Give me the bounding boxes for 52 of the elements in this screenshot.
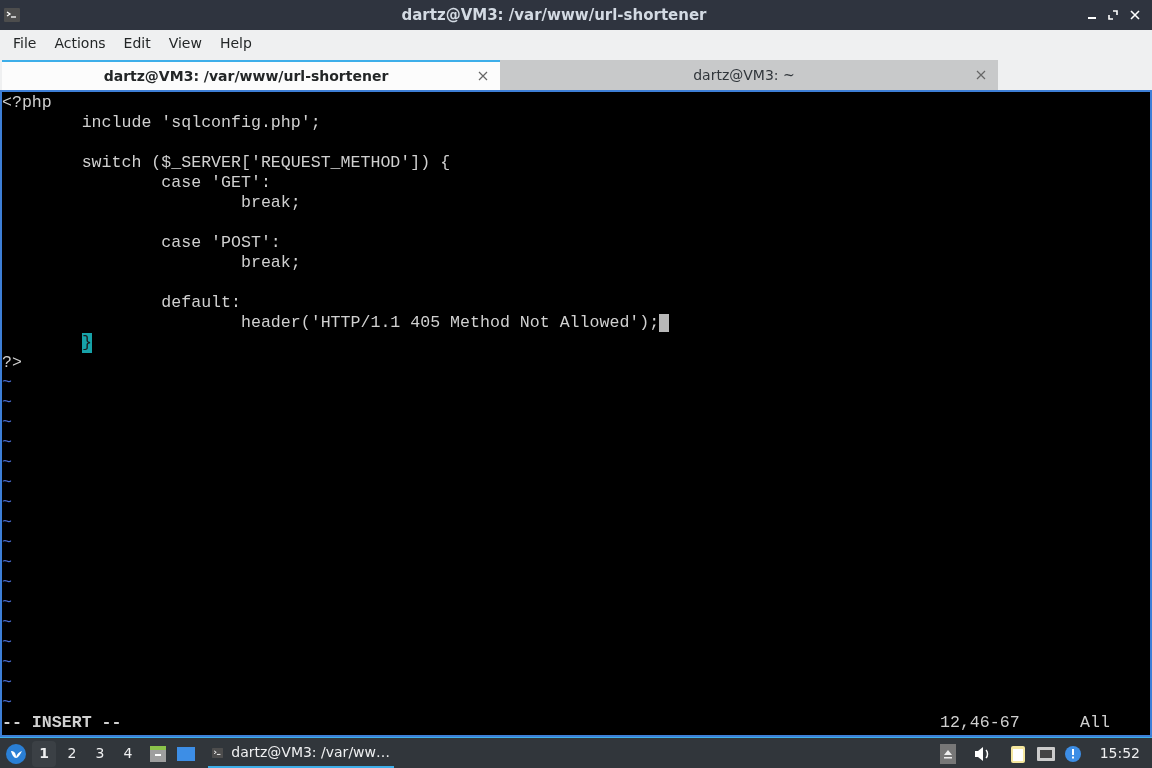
empty-line-marker: ~ xyxy=(2,673,12,693)
empty-line-marker: ~ xyxy=(2,593,12,613)
eject-icon[interactable] xyxy=(939,743,956,764)
empty-line-marker: ~ xyxy=(2,533,12,553)
terminal-icon xyxy=(4,7,20,23)
workspace-button[interactable]: 3 xyxy=(88,740,112,767)
empty-line-marker: ~ xyxy=(2,493,12,513)
empty-line-marker: ~ xyxy=(2,413,12,433)
tab[interactable]: dartz@VM3: /var/www/url-shortener xyxy=(2,60,500,90)
menu-item[interactable]: File xyxy=(4,32,46,54)
cursor-position: 12,46-67 xyxy=(940,713,1021,733)
empty-line-marker: ~ xyxy=(2,393,12,413)
close-icon[interactable] xyxy=(478,71,488,81)
code-line: include 'sqlconfig.php'; xyxy=(80,113,321,133)
empty-line-marker: ~ xyxy=(2,453,12,473)
empty-line-marker: ~ xyxy=(2,513,12,533)
code-line: switch ($_SERVER['REQUEST_METHOD']) { xyxy=(80,153,451,173)
empty-line-marker: ~ xyxy=(2,653,12,673)
empty-line-marker: ~ xyxy=(2,373,12,393)
tab[interactable]: dartz@VM3: ~ xyxy=(500,60,998,90)
menu-item[interactable]: Edit xyxy=(114,32,160,54)
code-line: case 'GET': xyxy=(160,173,271,193)
empty-line-marker: ~ xyxy=(2,613,12,633)
empty-line-marker: ~ xyxy=(2,573,12,593)
window-title: dartz@VM3: /var/www/url-shortener xyxy=(400,4,708,26)
matching-brace: } xyxy=(82,333,92,353)
maximize-icon[interactable] xyxy=(1108,10,1118,20)
menu-item[interactable]: Help xyxy=(210,32,261,54)
code-line: <?php xyxy=(2,93,52,113)
menu-item[interactable]: Actions xyxy=(45,32,115,54)
empty-line-marker: ~ xyxy=(2,433,12,453)
code-line: ?> xyxy=(2,353,22,373)
start-menu-icon[interactable] xyxy=(4,741,28,766)
code-line: header('HTTP/1.1 405 Method Not Allowed'); xyxy=(240,313,660,333)
empty-line-marker: ~ xyxy=(2,553,12,573)
task-button[interactable]: dartz@VM3: /var/ww… xyxy=(208,739,394,768)
code-line: default: xyxy=(160,293,241,313)
workspace-button[interactable]: 1 xyxy=(32,740,56,767)
empty-line-marker: ~ xyxy=(2,473,12,493)
workspace-button[interactable]: 2 xyxy=(60,740,84,767)
menu-item[interactable]: View xyxy=(159,32,211,54)
mode-indicator: -- INSERT -- xyxy=(2,713,122,733)
workspace-button[interactable]: 4 xyxy=(116,740,140,767)
empty-line-marker: ~ xyxy=(2,693,12,713)
code-line: case 'POST': xyxy=(160,233,281,253)
empty-line-marker: ~ xyxy=(2,633,12,653)
folder-icon[interactable] xyxy=(148,743,168,764)
clock[interactable]: 15:52 xyxy=(1099,743,1140,764)
code-line: break; xyxy=(240,193,301,213)
notification-icon[interactable] xyxy=(1063,743,1084,764)
code-line: break; xyxy=(240,253,301,273)
scroll-position: All xyxy=(1080,713,1111,733)
